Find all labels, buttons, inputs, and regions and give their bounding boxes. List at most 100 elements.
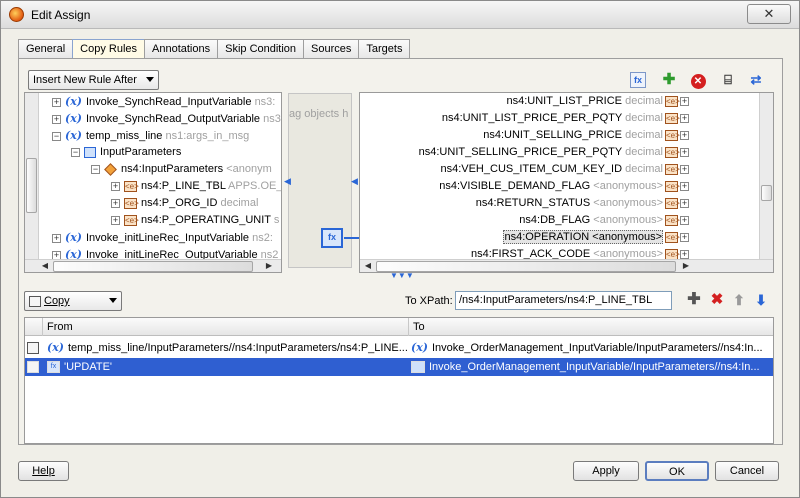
- scroll-left-icon[interactable]: ◀: [39, 260, 51, 272]
- expand-icon[interactable]: +: [680, 181, 689, 191]
- source-tree-row[interactable]: + <e> ns4:P_OPERATING_UNIT s: [111, 212, 279, 229]
- from-column-header[interactable]: From: [43, 318, 409, 336]
- layout-icon[interactable]: ⌸: [719, 71, 737, 89]
- target-tree-row[interactable]: ns4:UNIT_SELLING_PRICE decimal <e> +: [483, 127, 689, 144]
- copy-icon: [29, 295, 41, 307]
- target-horizontal-scrollbar[interactable]: ◀ ▶: [360, 259, 773, 272]
- collapse-icon[interactable]: −: [71, 147, 80, 157]
- collapse-right-icon[interactable]: ◀: [351, 176, 358, 187]
- scrollbar-thumb[interactable]: [761, 185, 772, 201]
- delete-icon[interactable]: ✖: [708, 291, 726, 309]
- source-tree-row[interactable]: − InputParameters: [71, 144, 181, 161]
- expression-builder-icon[interactable]: fx: [630, 72, 646, 88]
- target-tree[interactable]: ns4:UNIT_LIST_PRICE decimal <e> + ns4:UNIT…: [359, 92, 774, 273]
- move-down-icon[interactable]: ⬇: [752, 291, 770, 309]
- scroll-right-icon[interactable]: ▶: [680, 260, 692, 272]
- source-tree-row[interactable]: + (x) Invoke_initLineRec_InputVariable ns2…: [52, 229, 273, 246]
- source-tree[interactable]: + (x) Invoke_SynchRead_InputVariable ns3: …: [24, 92, 282, 273]
- target-tree-row[interactable]: ns4:RETURN_STATUS <anonymous> <e> +: [476, 195, 689, 212]
- tab-sources[interactable]: Sources: [303, 39, 360, 58]
- add-rule-icon[interactable]: ✚: [660, 71, 678, 89]
- target-node-type: decimal: [625, 112, 663, 124]
- delete-rule-icon[interactable]: ✕: [689, 71, 707, 89]
- to-column-header[interactable]: To: [409, 318, 773, 336]
- table-row[interactable]: (x) temp_miss_line/InputParameters//ns4:I…: [25, 339, 773, 357]
- tab-annotations[interactable]: Annotations: [144, 39, 219, 58]
- cancel-button[interactable]: Cancel: [715, 461, 779, 481]
- expand-icon[interactable]: +: [52, 233, 61, 243]
- table-row-selected[interactable]: fx 'UPDATE' Invoke_OrderManagement_InputV…: [25, 358, 773, 376]
- expand-icon[interactable]: +: [52, 114, 61, 124]
- expand-icon[interactable]: +: [680, 113, 689, 123]
- collapse-icon[interactable]: −: [52, 131, 61, 141]
- expand-icon[interactable]: +: [680, 215, 689, 225]
- expand-icon[interactable]: +: [680, 130, 689, 140]
- expand-icon[interactable]: +: [680, 249, 689, 259]
- scroll-left-icon[interactable]: ◀: [362, 260, 374, 272]
- target-tree-row[interactable]: ns4:VISIBLE_DEMAND_FLAG <anonymous> <e> +: [439, 178, 689, 195]
- tab-general[interactable]: General: [18, 39, 74, 58]
- target-tree-row[interactable]: ns4:UNIT_LIST_PRICE decimal <e> +: [506, 93, 689, 110]
- source-horizontal-scrollbar[interactable]: ◀ ▶: [25, 259, 281, 272]
- drag-hint: ag objects h: [289, 108, 349, 120]
- tab-copy-rules[interactable]: Copy Rules: [72, 39, 145, 59]
- variable-icon: (x): [65, 95, 82, 108]
- insert-rule-select[interactable]: Insert New Rule After: [28, 70, 159, 90]
- target-vertical-scrollbar[interactable]: [759, 93, 773, 259]
- target-node-label: ns4:OPERATION: [504, 231, 590, 243]
- apply-button[interactable]: Apply: [573, 461, 639, 481]
- variable-icon: (x): [411, 341, 428, 354]
- from-value: 'UPDATE': [64, 361, 113, 373]
- copy-rules-table[interactable]: From To (x) temp_miss_line/InputParameter…: [24, 317, 774, 444]
- target-tree-row[interactable]: ns4:VEH_CUS_ITEM_CUM_KEY_ID decimal <e> +: [440, 161, 689, 178]
- scrollbar-thumb[interactable]: [26, 158, 37, 213]
- scrollbar-thumb[interactable]: [53, 261, 253, 272]
- expand-icon[interactable]: +: [680, 147, 689, 157]
- source-tree-row[interactable]: + <e> ns4:P_ORG_ID decimal: [111, 195, 258, 212]
- source-node-type: <anonym: [226, 163, 272, 175]
- add-icon[interactable]: ✚: [685, 291, 703, 309]
- target-node-highlight: ns4:OPERATION <anonymous>: [503, 230, 663, 244]
- element-icon: <e>: [665, 248, 680, 260]
- function-node-icon[interactable]: fx: [321, 228, 343, 248]
- target-tree-row[interactable]: ns4:UNIT_LIST_PRICE_PER_PQTY decimal <e> +: [442, 110, 689, 127]
- map-icon[interactable]: ⇄: [747, 71, 765, 89]
- variable-icon: (x): [47, 341, 64, 354]
- variable-icon: (x): [65, 231, 82, 244]
- expand-icon[interactable]: +: [111, 215, 120, 225]
- expand-icon[interactable]: +: [111, 181, 120, 191]
- collapse-left-icon[interactable]: ◀: [284, 176, 291, 187]
- tab-targets[interactable]: Targets: [358, 39, 411, 58]
- target-node-label: ns4:UNIT_LIST_PRICE: [506, 95, 623, 107]
- splitter-handle-icon[interactable]: ▼▼▼: [390, 271, 414, 280]
- chevron-down-icon: [109, 298, 117, 303]
- expand-icon[interactable]: +: [111, 198, 120, 208]
- expand-icon[interactable]: +: [52, 97, 61, 107]
- source-tree-row[interactable]: + <e> ns4:P_LINE_TBL APPS.OE_: [111, 178, 281, 195]
- to-cell: (x) Invoke_OrderManagement_InputVariable/…: [411, 339, 773, 357]
- scrollbar-thumb[interactable]: [376, 261, 676, 272]
- tab-skip-condition[interactable]: Skip Condition: [217, 39, 305, 58]
- target-tree-row-selected[interactable]: ns4:OPERATION <anonymous> <e> +: [503, 229, 689, 246]
- element-icon: <e>: [665, 197, 680, 209]
- collapse-icon[interactable]: −: [91, 164, 100, 174]
- target-tree-row[interactable]: ns4:DB_FLAG <anonymous> <e> +: [519, 212, 689, 229]
- xpath-field[interactable]: /ns4:InputParameters/ns4:P_LINE_TBL: [455, 291, 672, 310]
- close-window-button[interactable]: ✕: [747, 4, 791, 24]
- scroll-right-icon[interactable]: ▶: [263, 260, 275, 272]
- ok-button[interactable]: OK: [645, 461, 709, 481]
- source-tree-row[interactable]: + (x) Invoke_SynchRead_OutputVariable ns3:: [52, 110, 281, 127]
- from-cell: fx 'UPDATE': [47, 358, 409, 376]
- target-tree-row[interactable]: ns4:UNIT_SELLING_PRICE_PER_PQTY decimal <…: [419, 144, 689, 161]
- help-button[interactable]: Help: [18, 461, 69, 481]
- expand-icon[interactable]: +: [680, 96, 689, 106]
- expand-icon[interactable]: +: [680, 232, 689, 242]
- source-tree-row[interactable]: − ns4:InputParameters <anonym: [91, 161, 272, 178]
- move-up-icon[interactable]: ⬆: [730, 291, 748, 309]
- expand-icon[interactable]: +: [680, 198, 689, 208]
- expand-icon[interactable]: +: [680, 164, 689, 174]
- source-vertical-scrollbar[interactable]: [25, 93, 39, 259]
- source-tree-row[interactable]: + (x) Invoke_SynchRead_InputVariable ns3:: [52, 93, 275, 110]
- source-tree-row[interactable]: − (x) temp_miss_line ns1:args_in_msg: [52, 127, 249, 144]
- rule-type-select[interactable]: Copy: [24, 291, 122, 311]
